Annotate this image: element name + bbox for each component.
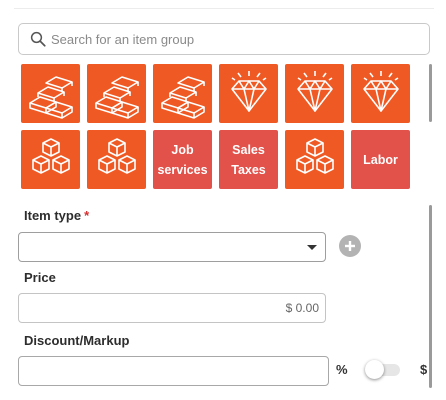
diamond-icon	[230, 70, 267, 112]
item-group-tile-gold-bars[interactable]	[153, 64, 212, 123]
item-group-tile-label: Labor	[363, 152, 398, 167]
diamond-icon	[362, 70, 399, 112]
item-group-tile-diamond[interactable]	[351, 64, 410, 123]
percent-label: %	[336, 362, 348, 377]
gold-bars-icon	[28, 75, 73, 119]
diamond-icon	[296, 70, 333, 112]
form-scrollbar-thumb[interactable]	[429, 205, 432, 388]
item-group-tile-diamond[interactable]	[219, 64, 278, 123]
tiles-scrollbar-thumb[interactable]	[429, 64, 432, 122]
search-icon	[30, 31, 46, 47]
add-item-type-button[interactable]	[339, 235, 361, 257]
item-group-panel: Job servicesSales TaxesLabor Item type* …	[0, 0, 446, 400]
boxes-icon	[31, 137, 70, 174]
price-label: Price	[24, 270, 56, 285]
gold-bars-icon	[160, 75, 205, 119]
item-type-select[interactable]	[18, 232, 326, 262]
item-group-tile-gold-bars[interactable]	[87, 64, 146, 123]
item-group-tile-boxes[interactable]	[87, 130, 146, 189]
boxes-icon	[97, 137, 136, 174]
item-group-tile-diamond[interactable]	[285, 64, 344, 123]
item-group-tiles: Job services Sales Taxes Labor	[21, 64, 411, 189]
search-input[interactable]	[51, 24, 421, 54]
item-group-tile-job-services[interactable]: Job services	[153, 130, 212, 189]
chevron-down-icon	[307, 245, 317, 250]
item-group-tile-label: Job services	[157, 142, 208, 177]
item-group-tile-sales-taxes[interactable]: Sales Taxes	[219, 130, 278, 189]
item-group-tile-label: Sales Taxes	[231, 142, 266, 177]
toggle-knob[interactable]	[365, 360, 384, 379]
item-type-label-text: Item type	[24, 208, 82, 223]
plus-icon	[345, 241, 355, 251]
item-group-tile-labor[interactable]: Labor	[351, 130, 410, 189]
item-type-label: Item type *	[24, 208, 89, 223]
discount-label: Discount/Markup	[24, 333, 130, 348]
search-box[interactable]	[18, 23, 430, 55]
discount-input[interactable]	[18, 356, 329, 386]
item-group-tile-gold-bars[interactable]	[21, 64, 80, 123]
top-divider	[14, 8, 434, 9]
item-group-tile-boxes[interactable]	[285, 130, 344, 189]
item-group-tile-boxes[interactable]	[21, 130, 80, 189]
dollar-label: $	[420, 362, 428, 377]
boxes-icon	[295, 137, 334, 174]
price-input[interactable]: $ 0.00	[18, 293, 326, 323]
price-value: $ 0.00	[285, 301, 319, 315]
gold-bars-icon	[94, 75, 139, 119]
required-marker: *	[84, 208, 90, 223]
